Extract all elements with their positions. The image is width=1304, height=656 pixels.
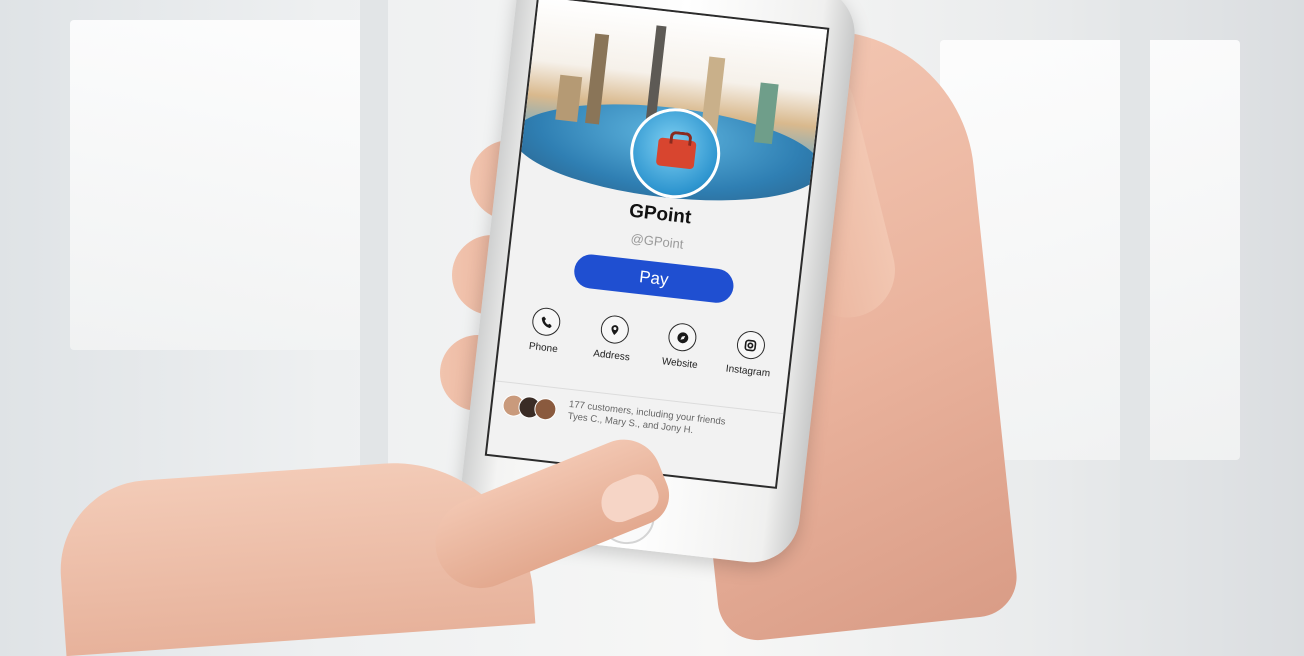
suitcase-handle: [669, 130, 693, 147]
instagram-label: Instagram: [725, 363, 771, 380]
phone-action[interactable]: Phone: [511, 304, 580, 357]
location-pin-icon: [599, 314, 631, 346]
compass-icon: [667, 321, 699, 353]
address-action[interactable]: Address: [579, 312, 648, 365]
website-action[interactable]: Website: [647, 320, 716, 373]
phone-label: Phone: [528, 340, 559, 356]
phone-icon: [530, 306, 562, 338]
website-label: Website: [661, 356, 699, 372]
pay-button[interactable]: Pay: [572, 252, 736, 305]
address-label: Address: [592, 348, 631, 364]
friend-avatars: [501, 393, 558, 422]
phone-screen: GPoint @GPoint Pay Phone Address Website: [484, 0, 830, 489]
background-frame-bar: [1120, 0, 1150, 600]
instagram-action[interactable]: Instagram: [716, 328, 785, 381]
action-row: Phone Address Website Instagram: [511, 304, 784, 380]
customers-text: 177 customers, including your friends Ty…: [567, 399, 778, 447]
friend-avatar: [533, 397, 558, 422]
instagram-icon: [735, 329, 767, 361]
background-window-left: [70, 20, 370, 350]
